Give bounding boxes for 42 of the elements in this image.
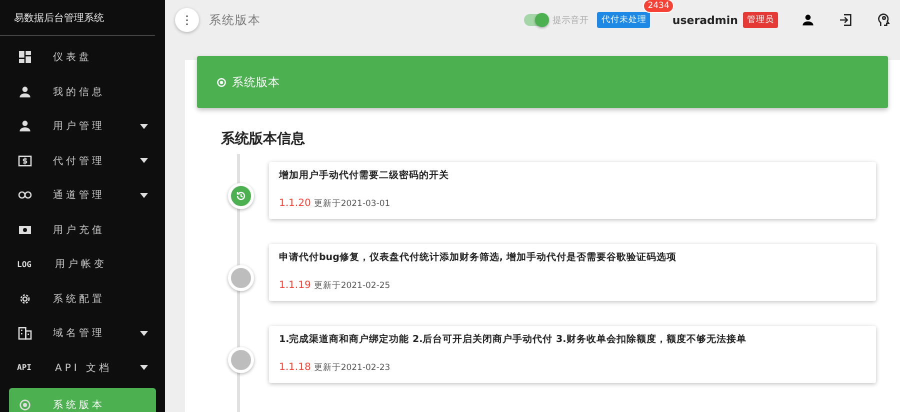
sidebar-item[interactable]: 用户管理 [9, 109, 156, 144]
icon-label: LOG [17, 260, 32, 269]
sidebar-item[interactable]: 仪表盘 [9, 40, 156, 74]
sidebar-item[interactable]: API API 文档 [9, 350, 156, 385]
version-description: 1.完成渠道商和商户绑定功能 2.后台可开启关闭商户手动代付 3.财务收单会扣除额度，额度不够无法接单 [279, 333, 748, 346]
version-number: 1.1.20 [279, 198, 311, 209]
pending-button[interactable]: 代付未处理 [597, 12, 650, 28]
app-title: 易数据后台管理系统 [14, 13, 104, 24]
sidebar-item[interactable]: LOG 用户帐变 [9, 247, 156, 282]
version-description: 增加用户手动代付需要二级密码的开关 [279, 169, 450, 182]
person-icon [17, 118, 33, 134]
toggle-label: 提示音开 [552, 14, 588, 26]
sidebar-item[interactable]: 域名管理 [9, 316, 156, 350]
role-badge: 管理员 [743, 12, 778, 28]
sidebar-item[interactable]: 系统配置 [9, 282, 156, 316]
page-title: 系统版本 [209, 12, 262, 28]
version-description: 申请代付bug修复，仪表盘代付统计添加财务筛选, 增加手动代付是否需要谷歌验证码选项 [279, 251, 678, 264]
icon-label: API [17, 363, 32, 372]
section-heading: 系统版本信息 [221, 130, 306, 148]
sidebar-item[interactable]: 用户充值 [9, 212, 156, 247]
menu-button[interactable]: ⋮ [175, 8, 199, 32]
dollar-icon [17, 152, 33, 169]
sidebar-item[interactable]: 我的信息 [9, 74, 156, 109]
head-icon[interactable] [876, 12, 892, 28]
sidebar-item[interactable]: 代付管理 [9, 144, 156, 178]
target-icon [17, 397, 33, 412]
version-number: 1.1.18 [279, 362, 311, 373]
sidebar-item[interactable]: 通道管理 [9, 178, 156, 212]
person-icon [17, 84, 33, 100]
banner-title: 系统版本 [232, 74, 280, 90]
update-date: 更新于2021-03-01 [314, 198, 390, 210]
count-badge: 2434 [642, 0, 674, 13]
dashboard-icon [17, 49, 33, 66]
username: useradmin [672, 14, 738, 26]
update-date: 更新于2021-02-23 [314, 362, 390, 374]
building-icon [17, 325, 33, 342]
sound-toggle[interactable] [524, 14, 548, 26]
profile-button[interactable] [800, 12, 816, 28]
version-number: 1.1.19 [279, 280, 311, 291]
target-icon [215, 76, 228, 88]
logout-button[interactable] [838, 12, 854, 28]
update-date: 更新于2021-02-25 [314, 280, 390, 292]
